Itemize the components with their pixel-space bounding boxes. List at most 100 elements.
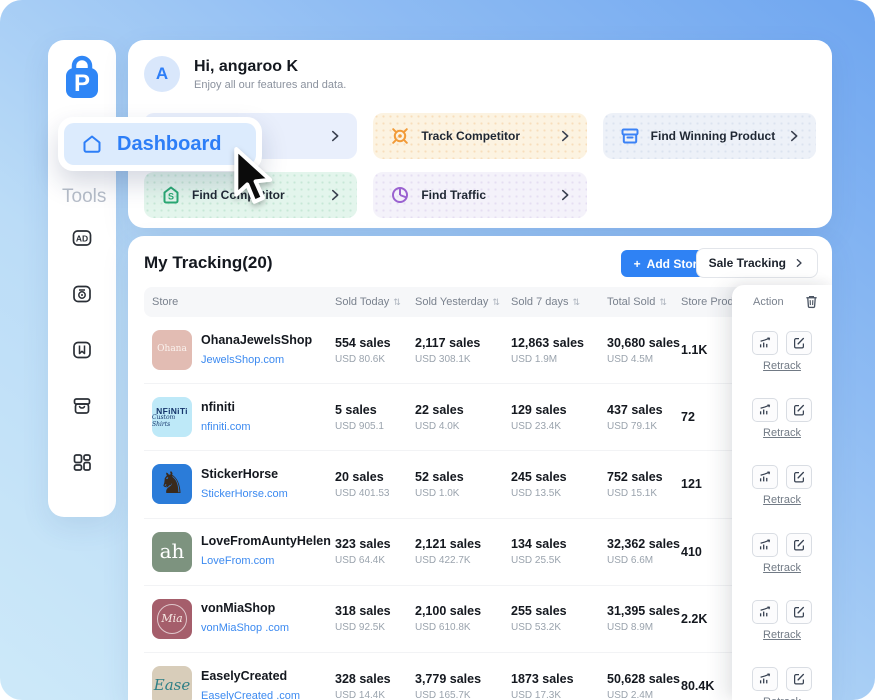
quick-action-find-competitor[interactable]: S Find Competitor xyxy=(144,172,357,218)
sold-7days-usd: USD 23.4K xyxy=(511,421,607,432)
sort-icon[interactable]: ⇅ xyxy=(393,298,401,307)
sold-yesterday-usd: USD 308.1K xyxy=(415,354,511,365)
retrack-link[interactable]: Retrack xyxy=(763,494,801,506)
retrack-link[interactable]: Retrack xyxy=(763,562,801,574)
winning-product-box-icon xyxy=(619,125,641,147)
sidebar-item-track[interactable] xyxy=(69,281,95,307)
store-logo-text: ♞ xyxy=(159,469,186,499)
sold-7days-value: 1873 sales xyxy=(511,672,607,686)
store-domain-link[interactable]: nfiniti.com xyxy=(201,421,251,433)
track-target-icon xyxy=(70,282,94,306)
sort-icon[interactable]: ⇅ xyxy=(492,298,500,307)
store-domain-link[interactable]: LoveFrom.com xyxy=(201,555,274,567)
edit-icon xyxy=(792,672,806,686)
action-cell: Retrack xyxy=(732,385,832,452)
stats-button[interactable] xyxy=(752,533,778,557)
stats-button[interactable] xyxy=(752,331,778,355)
table-row: NFiNiTi Custom Shirts nfiniti nfiniti.co… xyxy=(144,384,818,451)
quick-action-find-traffic[interactable]: Find Traffic xyxy=(373,172,586,218)
sold-today-value: 323 sales xyxy=(335,537,415,551)
col-store: Store xyxy=(144,296,335,308)
store-cell: Ohana OhanaJewelsShop JewelsShop.com xyxy=(144,330,335,370)
retrack-link[interactable]: Retrack xyxy=(763,360,801,372)
store-domain-link[interactable]: JewelsShop.com xyxy=(201,354,284,366)
stats-button[interactable] xyxy=(752,667,778,691)
sort-icon[interactable]: ⇅ xyxy=(572,298,580,307)
store-logo-text: Mia xyxy=(157,604,187,634)
avatar[interactable]: A xyxy=(144,56,180,92)
sidebar-item-apps[interactable] xyxy=(69,449,95,475)
edit-button[interactable] xyxy=(786,600,812,624)
col-sold-today[interactable]: Sold Today⇅ xyxy=(335,296,415,308)
edit-button[interactable] xyxy=(786,398,812,422)
quick-action-label: Find Winning Product xyxy=(651,129,776,143)
quick-action-track-competitor[interactable]: Track Competitor xyxy=(373,113,586,159)
sidebar-item-products[interactable] xyxy=(69,393,95,419)
stats-button[interactable] xyxy=(752,600,778,624)
sidebar-item-saved[interactable] xyxy=(69,337,95,363)
app-logo[interactable]: P xyxy=(48,54,116,102)
my-tracking-card: My Tracking(20) + Add Store Sale Trackin… xyxy=(128,236,832,700)
sold-yesterday-usd: USD 4.0K xyxy=(415,421,511,432)
sold-today-usd: USD 80.6K xyxy=(335,354,415,365)
stats-button[interactable] xyxy=(752,398,778,422)
store-cell: Mia vonMiaShop vonMiaShop .com xyxy=(144,599,335,639)
total-sold-usd: USD 4.5M xyxy=(607,354,681,365)
sold-yesterday-cell: 3,779 sales USD 165.7K xyxy=(415,672,511,700)
col-total-sold[interactable]: Total Sold⇅ xyxy=(607,296,681,308)
col-sold-7days[interactable]: Sold 7 days⇅ xyxy=(511,296,607,308)
sold-today-cell: 554 sales USD 80.6K xyxy=(335,336,415,365)
store-name: vonMiaShop xyxy=(201,601,289,615)
stats-chart-icon xyxy=(758,470,772,484)
dashboard-nav-popup[interactable]: Dashboard xyxy=(58,117,262,171)
sold-7days-value: 12,863 sales xyxy=(511,336,607,350)
stats-button[interactable] xyxy=(752,465,778,489)
sold-yesterday-cell: 2,121 sales USD 422.7K xyxy=(415,537,511,566)
sidebar-item-ads[interactable]: AD xyxy=(69,225,95,251)
store-logo: Ohana xyxy=(152,330,192,370)
chevron-right-icon xyxy=(327,187,343,203)
total-sold-usd: USD 15.1K xyxy=(607,488,681,499)
store-domain-link[interactable]: EaselyCreated .com xyxy=(201,690,300,700)
stats-chart-icon xyxy=(758,403,772,417)
edit-icon xyxy=(792,605,806,619)
table-row: Ohana OhanaJewelsShop JewelsShop.com 554… xyxy=(144,317,818,384)
sale-tracking-button[interactable]: Sale Tracking xyxy=(696,248,818,278)
total-sold-value: 50,628 sales xyxy=(607,672,681,686)
greeting-subtitle: Enjoy all our features and data. xyxy=(194,79,346,91)
action-panel-header: Action xyxy=(732,285,832,318)
sold-today-cell: 318 sales USD 92.5K xyxy=(335,604,415,633)
edit-button[interactable] xyxy=(786,667,812,691)
app-background: P Tools AD xyxy=(0,0,875,700)
action-cell: Retrack xyxy=(732,452,832,519)
dashboard-label: Dashboard xyxy=(117,133,221,156)
retrack-link[interactable]: Retrack xyxy=(763,427,801,439)
chevron-right-icon xyxy=(786,128,802,144)
total-sold-value: 32,362 sales xyxy=(607,537,681,551)
sold-today-cell: 323 sales USD 64.4K xyxy=(335,537,415,566)
edit-button[interactable] xyxy=(786,465,812,489)
sold-7days-usd: USD 1.9M xyxy=(511,354,607,365)
pie-chart-icon xyxy=(389,184,411,206)
sold-today-cell: 20 sales USD 401.53 xyxy=(335,470,415,499)
sold-yesterday-usd: USD 610.8K xyxy=(415,622,511,633)
sidebar: P Tools AD xyxy=(48,40,116,517)
sort-icon[interactable]: ⇅ xyxy=(659,298,667,307)
edit-button[interactable] xyxy=(786,331,812,355)
delete-all-button[interactable] xyxy=(804,294,819,309)
total-sold-cell: 32,362 sales USD 6.6M xyxy=(607,537,681,566)
col-sold-yesterday[interactable]: Sold Yesterday⇅ xyxy=(415,296,511,308)
shop-s-icon: S xyxy=(160,184,182,206)
retrack-link[interactable]: Retrack xyxy=(763,629,801,641)
store-domain-link[interactable]: StickerHorse.com xyxy=(201,488,288,500)
edit-icon xyxy=(792,336,806,350)
quick-action-find-winning-product[interactable]: Find Winning Product xyxy=(603,113,816,159)
store-domain-link[interactable]: vonMiaShop .com xyxy=(201,622,289,634)
edit-button[interactable] xyxy=(786,533,812,557)
edit-icon xyxy=(792,403,806,417)
sold-yesterday-cell: 22 sales USD 4.0K xyxy=(415,403,511,432)
sold-7days-cell: 255 sales USD 53.2K xyxy=(511,604,607,633)
action-cell: Retrack xyxy=(732,318,832,385)
retrack-link[interactable]: Retrack xyxy=(763,696,801,700)
sold-7days-value: 255 sales xyxy=(511,604,607,618)
